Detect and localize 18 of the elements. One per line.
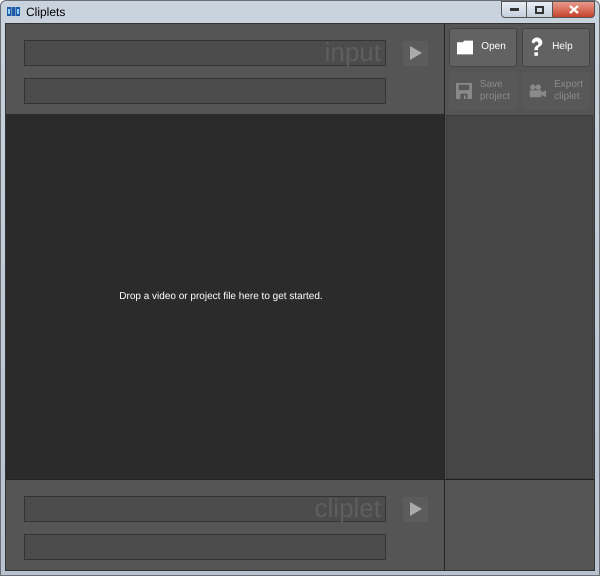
play-icon: [410, 502, 422, 516]
help-icon: [530, 36, 544, 58]
play-icon: [410, 46, 422, 60]
maximize-icon: [535, 6, 544, 14]
maximize-button[interactable]: [527, 1, 552, 18]
close-icon: [568, 5, 578, 14]
toolbar-button[interactable]: Help: [522, 28, 590, 66]
app-icon: [7, 6, 20, 17]
minimize-icon: [510, 8, 518, 11]
play-button[interactable]: [403, 496, 428, 522]
minimize-button[interactable]: [501, 1, 527, 18]
toolbar-button[interactable]: Open: [449, 28, 517, 66]
drop-message: Drop a video or project file here to get started.: [119, 290, 323, 304]
play-button[interactable]: [403, 40, 428, 66]
close-button[interactable]: [552, 1, 595, 18]
movie-camera-icon: [529, 82, 546, 100]
folder-icon: [457, 38, 474, 56]
window-title: Cliplets: [26, 4, 66, 20]
